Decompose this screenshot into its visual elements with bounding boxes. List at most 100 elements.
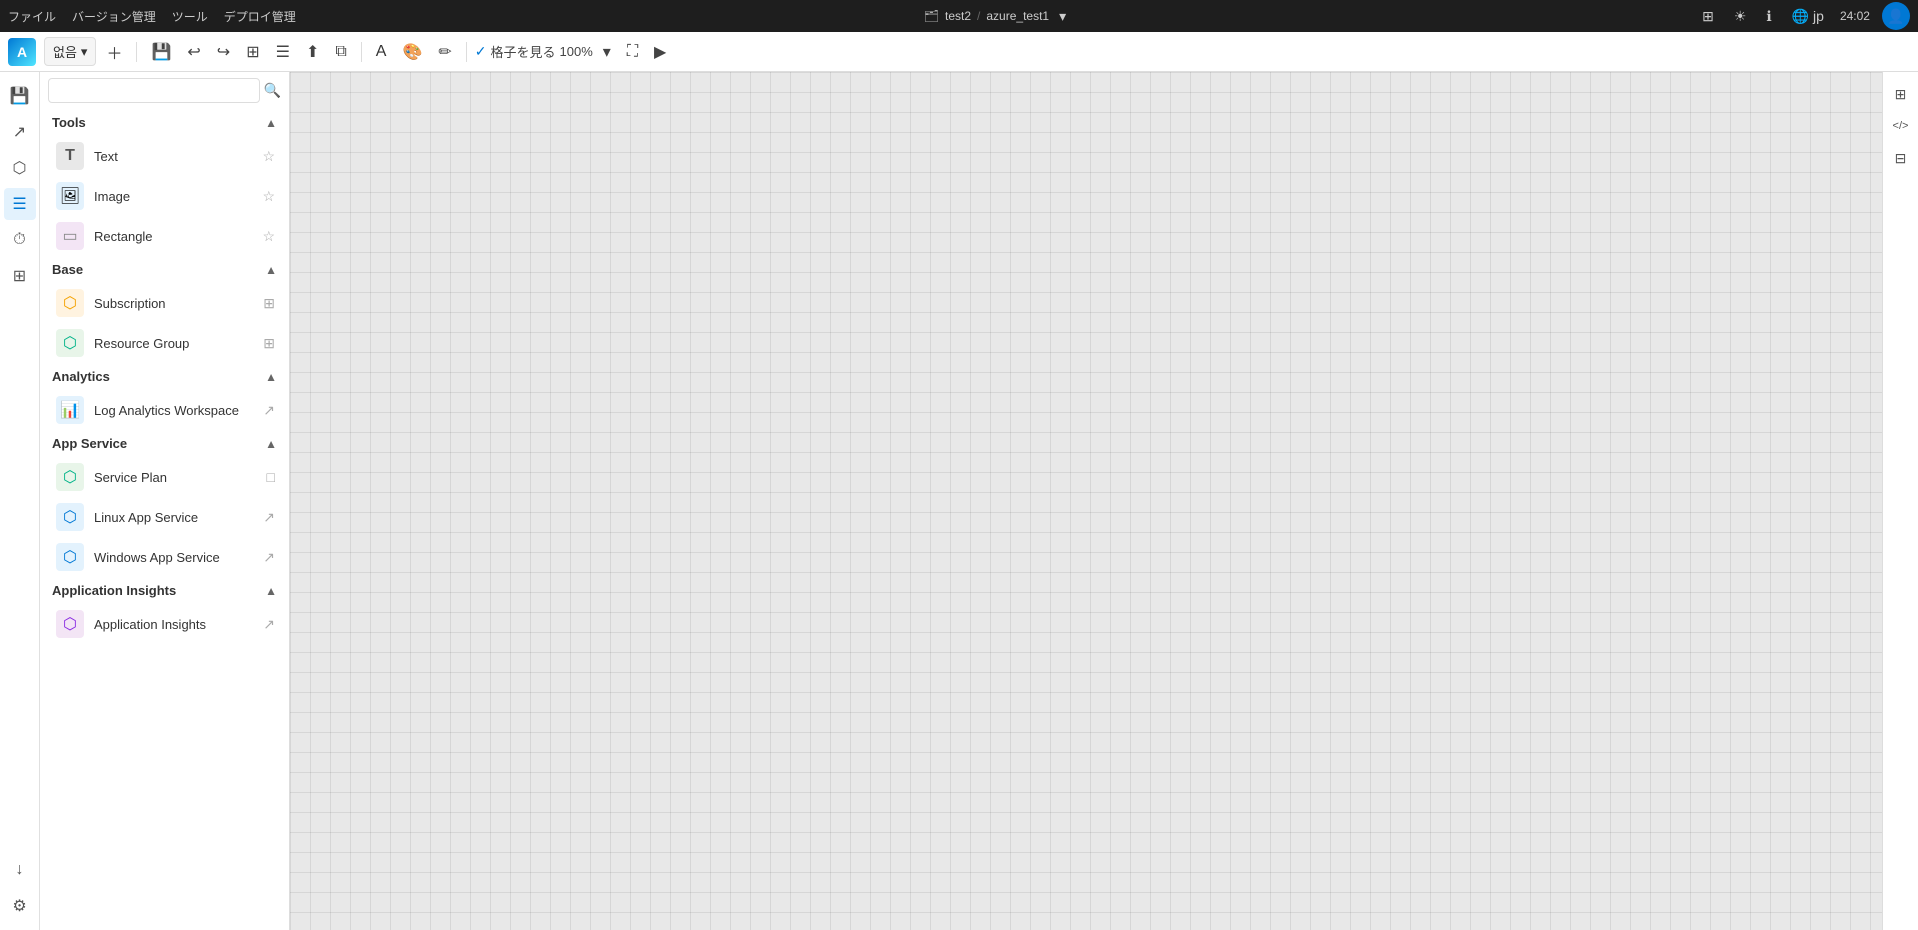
item-resource-group[interactable]: ⬡ Resource Group ⊞ <box>40 323 289 363</box>
iconbar-settings[interactable]: ⚙ <box>4 890 36 922</box>
list-btn[interactable]: ☰ <box>270 38 296 66</box>
file-name: azure_test1 <box>986 9 1049 23</box>
section-analytics-label: Analytics <box>52 369 110 384</box>
text-label: Text <box>94 149 250 164</box>
right-panel-props[interactable]: ⊟ <box>1887 144 1915 172</box>
theme-btn[interactable]: ☀ <box>1730 6 1751 27</box>
file-icon: 🗂 <box>924 9 939 23</box>
iconbar-components[interactable]: ⊞ <box>4 260 36 292</box>
base-chevron: ▲ <box>265 263 277 277</box>
fill-btn[interactable]: 🎨 <box>396 38 428 66</box>
section-analytics-header[interactable]: Analytics ▲ <box>40 363 289 390</box>
item-log-analytics[interactable]: 📊 Log Analytics Workspace ↗ <box>40 390 289 430</box>
section-app-service-header[interactable]: App Service ▲ <box>40 430 289 457</box>
panel-content: Tools ▲ T Text ☆ 🖼 Image ☆ ▭ Rectangle ☆… <box>40 109 289 930</box>
group-dropdown[interactable]: 없음 ▾ <box>44 37 96 66</box>
iconbar-download[interactable]: ↓ <box>4 854 36 886</box>
canvas-area[interactable] <box>290 72 1882 930</box>
subscription-label: Subscription <box>94 296 251 311</box>
menu-version[interactable]: バージョン管理 <box>72 8 156 25</box>
app-insights-icon: ⬡ <box>56 610 84 638</box>
section-tools-header[interactable]: Tools ▲ <box>40 109 289 136</box>
zoom-dropdown-btn[interactable]: ▾ <box>597 38 617 66</box>
search-input[interactable] <box>48 78 260 103</box>
item-windows-app[interactable]: ⬡ Windows App Service ↗ <box>40 537 289 577</box>
frame-btn[interactable]: ⊞ <box>240 38 265 66</box>
group-label: 없음 <box>53 42 77 61</box>
item-text[interactable]: T Text ☆ <box>40 136 289 176</box>
info-btn[interactable]: ℹ <box>1762 6 1775 27</box>
item-linux-app[interactable]: ⬡ Linux App Service ↗ <box>40 497 289 537</box>
user-avatar[interactable]: 👤 <box>1882 2 1910 30</box>
app-insights-action[interactable]: ↗ <box>261 614 277 635</box>
windows-app-icon: ⬡ <box>56 543 84 571</box>
log-analytics-icon: 📊 <box>56 396 84 424</box>
panel-search-area: 🔍 <box>40 72 289 109</box>
item-subscription[interactable]: ⬡ Subscription ⊞ <box>40 283 289 323</box>
upload-btn[interactable]: ⬆ <box>300 38 325 66</box>
resource-group-action[interactable]: ⊞ <box>261 333 277 354</box>
windows-app-label: Windows App Service <box>94 550 251 565</box>
rect-label: Rectangle <box>94 229 250 244</box>
menu-file[interactable]: ファイル <box>8 8 56 25</box>
service-plan-action[interactable]: □ <box>265 467 277 487</box>
image-label: Image <box>94 189 250 204</box>
undo-btn[interactable]: ↩ <box>181 38 206 66</box>
iconbar-save[interactable]: 💾 <box>4 80 36 112</box>
analytics-chevron: ▲ <box>265 370 277 384</box>
fullscreen-btn[interactable]: ⛶ <box>621 39 644 65</box>
item-app-insights[interactable]: ⬡ Application Insights ↗ <box>40 604 289 644</box>
item-image[interactable]: 🖼 Image ☆ <box>40 176 289 216</box>
grid-toggle[interactable]: ✓ 格子を見る <box>475 42 556 61</box>
sep3 <box>466 42 467 62</box>
toolbar: A 없음 ▾ ＋ 💾 ↩ ↪ ⊞ ☰ ⬆ ⧉ A 🎨 ✏ ✓ 格子を見る 100… <box>0 32 1918 72</box>
right-panel-toggle[interactable]: ⊞ <box>1887 80 1915 108</box>
iconbar-export[interactable]: ↗ <box>4 116 36 148</box>
subscription-icon: ⬡ <box>56 289 84 317</box>
zoom-control[interactable]: 100% ▾ <box>560 38 617 66</box>
redo-btn[interactable]: ↪ <box>211 38 236 66</box>
app-insights-chevron: ▲ <box>265 584 277 598</box>
resource-group-label: Resource Group <box>94 336 251 351</box>
present-btn[interactable]: ▶ <box>648 38 672 66</box>
canvas-grid <box>290 72 1882 930</box>
save-btn[interactable]: 💾 <box>145 38 177 66</box>
log-analytics-action[interactable]: ↗ <box>261 400 277 421</box>
rect-icon: ▭ <box>56 222 84 250</box>
windows-app-action[interactable]: ↗ <box>261 547 277 568</box>
titlebar-left: ファイル バージョン管理 ツール デプロイ管理 <box>8 8 296 25</box>
image-star[interactable]: ☆ <box>260 186 277 207</box>
layout-btn[interactable]: ⊞ <box>1698 6 1718 27</box>
iconbar-shapes[interactable]: ⬡ <box>4 152 36 184</box>
sep1 <box>136 42 137 62</box>
section-base-header[interactable]: Base ▲ <box>40 256 289 283</box>
add-btn[interactable]: ＋ <box>100 36 128 68</box>
image-icon: 🖼 <box>56 182 84 210</box>
text-star[interactable]: ☆ <box>260 146 277 167</box>
search-btn[interactable]: 🔍 <box>264 82 281 99</box>
item-service-plan[interactable]: ⬡ Service Plan □ <box>40 457 289 497</box>
section-app-insights-header[interactable]: Application Insights ▲ <box>40 577 289 604</box>
project-name: test2 <box>945 9 971 23</box>
copy-btn[interactable]: ⧉ <box>329 39 352 65</box>
rect-star[interactable]: ☆ <box>260 226 277 247</box>
text-color-btn[interactable]: A <box>370 39 393 65</box>
menu-deploy[interactable]: デプロイ管理 <box>224 8 296 25</box>
titlebar-right: ⊞ ☀ ℹ 🌐 jp 24:02 👤 <box>1698 2 1910 30</box>
right-panel-code[interactable]: </> <box>1887 112 1915 140</box>
section-app-service-label: App Service <box>52 436 127 451</box>
subscription-action[interactable]: ⊞ <box>261 293 277 314</box>
item-rectangle[interactable]: ▭ Rectangle ☆ <box>40 216 289 256</box>
linux-app-icon: ⬡ <box>56 503 84 531</box>
menu-tools[interactable]: ツール <box>172 8 208 25</box>
time-display: 24:02 <box>1840 9 1870 23</box>
lang-btn[interactable]: 🌐 jp <box>1788 6 1828 27</box>
dropdown-btn[interactable]: ▾ <box>1055 6 1070 27</box>
grid-label: 格子を見る <box>491 42 556 61</box>
dropdown-chevron: ▾ <box>81 44 88 60</box>
iconbar-layers[interactable]: ☰ <box>4 188 36 220</box>
pencil-btn[interactable]: ✏ <box>432 38 457 66</box>
titlebar-center: 🗂 test2 / azure_test1 ▾ <box>924 6 1070 27</box>
linux-app-action[interactable]: ↗ <box>261 507 277 528</box>
iconbar-history[interactable]: ⏱ <box>4 224 36 256</box>
